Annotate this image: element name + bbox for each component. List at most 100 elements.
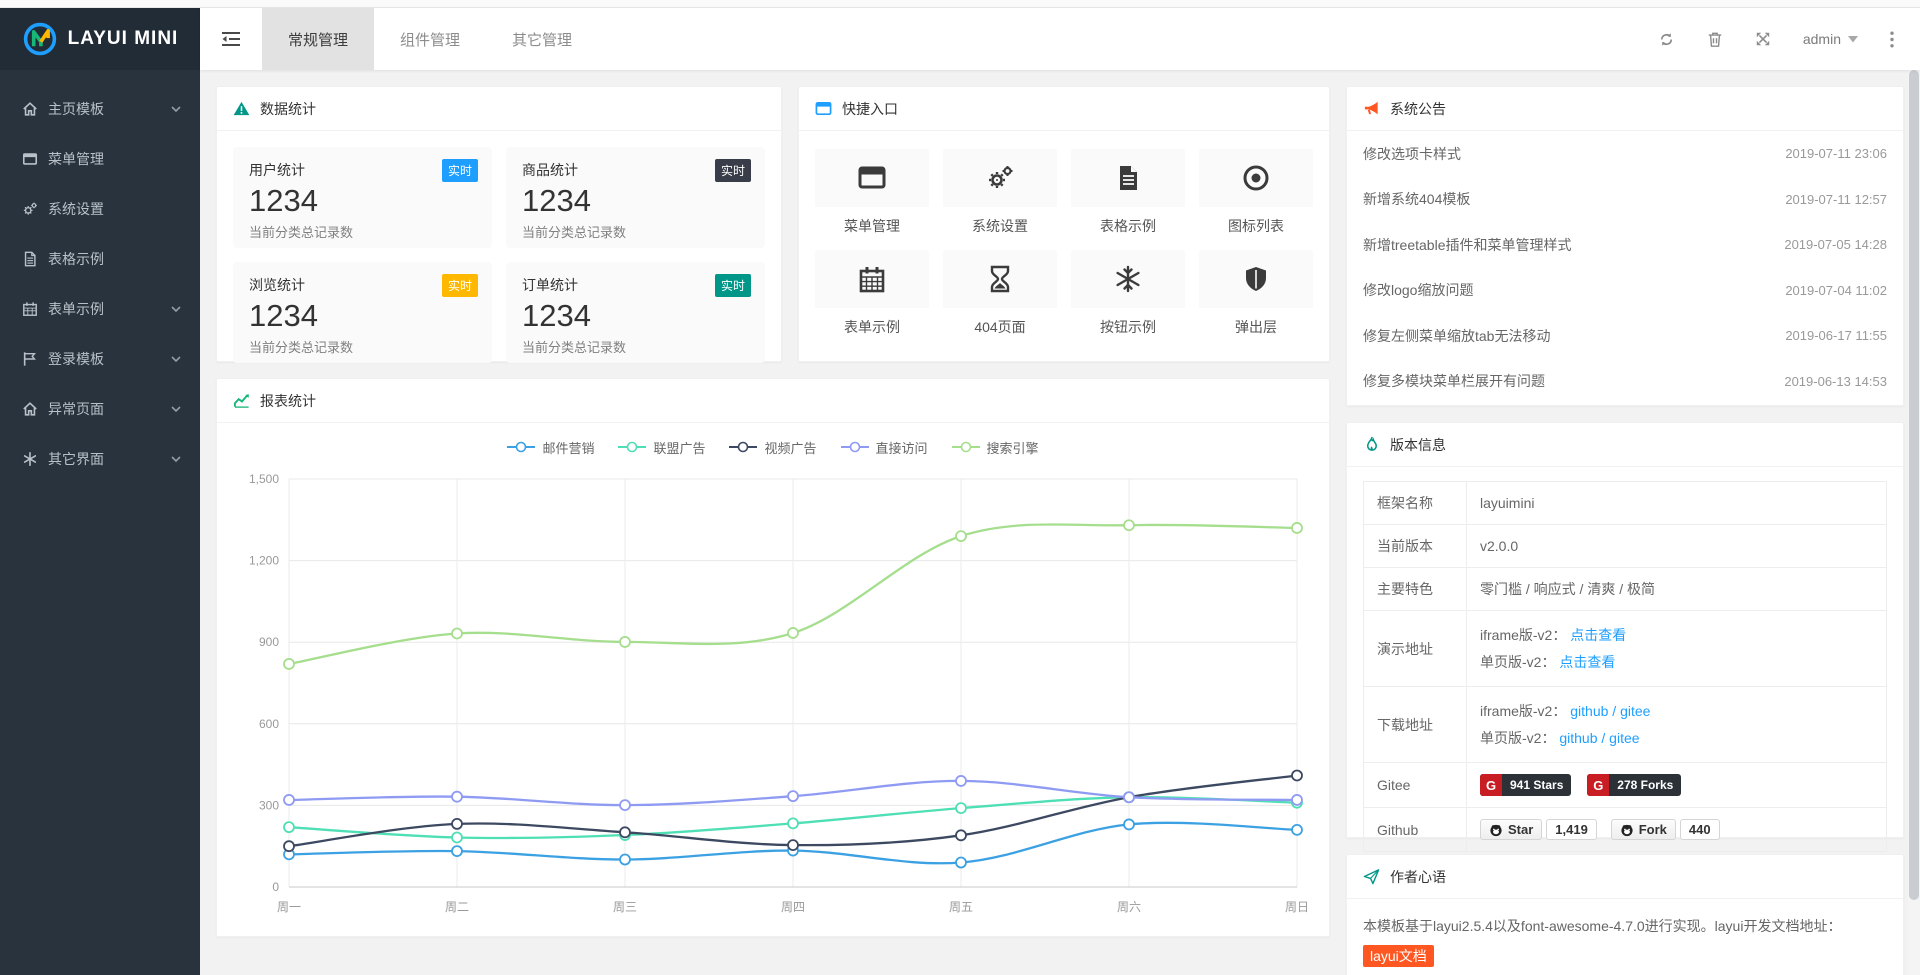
github-icon [1620, 823, 1634, 837]
file-text-icon [1113, 163, 1143, 193]
window-icon [22, 150, 38, 168]
legend-label: 直接访问 [876, 438, 928, 457]
quick-entry-popup-layer[interactable]: 弹出层 [1199, 250, 1313, 337]
tab-general-manage[interactable]: 常规管理 [262, 8, 374, 70]
chevron-down-icon [170, 103, 182, 115]
download-spa-github-link[interactable]: github [1559, 730, 1597, 746]
collapse-sidebar-button[interactable] [200, 8, 262, 70]
sidebar-item-other-ui[interactable]: 其它界面 [0, 434, 200, 484]
stat-box-goods: 商品统计 实时 1234 当前分类总记录数 [506, 147, 765, 248]
download-iframe-github-link[interactable]: github [1570, 703, 1608, 719]
quick-entry-system-settings[interactable]: 系统设置 [943, 149, 1057, 236]
notice-item[interactable]: 修改选项卡样式2019-07-11 23:06 [1347, 131, 1903, 177]
logo[interactable]: LAYUI MINI [0, 8, 200, 70]
quick-entry-label: 菜单管理 [815, 216, 929, 236]
svg-text:周二: 周二 [445, 900, 469, 914]
clear-cache-button[interactable] [1707, 31, 1723, 48]
gitee-icon: G [1587, 774, 1609, 796]
chevron-down-icon [170, 353, 182, 365]
gitee-forks-badge[interactable]: G278 Forks [1587, 774, 1681, 796]
realtime-badge: 实时 [715, 274, 751, 297]
gitee-stars-text: 941 Stars [1502, 778, 1571, 792]
github-label: Github [1364, 808, 1467, 852]
tab-component-manage[interactable]: 组件管理 [374, 8, 486, 70]
quick-entry-label: 弹出层 [1199, 317, 1313, 337]
legend-item[interactable]: 视频广告 [729, 438, 816, 457]
github-star-label: Star [1508, 822, 1533, 837]
sidebar-item-system-settings[interactable]: 系统设置 [0, 184, 200, 234]
file-text-icon [22, 250, 38, 268]
github-fork-button[interactable]: Fork [1611, 819, 1676, 840]
calendar-icon [857, 264, 887, 294]
legend-item[interactable]: 直接访问 [841, 438, 928, 457]
scrollbar-thumb[interactable] [1909, 70, 1919, 900]
user-menu[interactable]: admin [1803, 31, 1858, 47]
svg-text:周日: 周日 [1285, 900, 1309, 914]
quick-entry-form-demo[interactable]: 表单示例 [815, 250, 929, 337]
sidebar-item-label: 异常页面 [48, 399, 170, 419]
quick-entry-menu-manage[interactable]: 菜单管理 [815, 149, 929, 236]
sidebar-item-error-pages[interactable]: 异常页面 [0, 384, 200, 434]
refresh-button[interactable] [1658, 31, 1675, 48]
fullscreen-button[interactable] [1755, 31, 1771, 47]
notice-item[interactable]: 新增系统404模板2019-07-11 12:57 [1347, 177, 1903, 223]
demo-iframe-prefix: iframe版-v2： [1480, 627, 1566, 643]
download-spa-gitee-link[interactable]: gitee [1609, 730, 1639, 746]
version-name-value: layuimini [1467, 482, 1887, 525]
sidebar-item-login-template[interactable]: 登录模板 [0, 334, 200, 384]
stat-value: 1234 [249, 297, 476, 334]
layui-doc-badge[interactable]: layui文档 [1363, 945, 1434, 967]
legend-item[interactable]: 联盟广告 [618, 438, 705, 457]
demo-spa-prefix: 单页版-v2： [1480, 654, 1555, 670]
legend-item[interactable]: 邮件营销 [507, 438, 594, 457]
layui-mini-logo-icon [22, 21, 58, 57]
asterisk-icon [22, 450, 38, 468]
github-star-button[interactable]: Star [1480, 819, 1542, 840]
main-content: 数据统计 用户统计 实时 1234 当前分类总记录数 商品统计 实 [200, 70, 1920, 975]
download-iframe-gitee-link[interactable]: gitee [1620, 703, 1650, 719]
stat-desc: 当前分类总记录数 [522, 337, 749, 356]
notice-item[interactable]: 修复多模块菜单栏展开有问题2019-06-13 14:53 [1347, 359, 1903, 405]
notice-text: 修复多模块菜单栏展开有问题 [1363, 371, 1545, 391]
notice-item[interactable]: 新增treetable插件和菜单管理样式2019-07-05 14:28 [1347, 222, 1903, 268]
stat-desc: 当前分类总记录数 [249, 222, 476, 241]
demo-iframe-link[interactable]: 点击查看 [1570, 627, 1626, 643]
outdent-icon [221, 30, 241, 48]
sidebar-item-table-demo[interactable]: 表格示例 [0, 234, 200, 284]
github-fork-count[interactable]: 440 [1680, 819, 1720, 840]
notice-item[interactable]: 修改logo缩放问题2019-07-04 11:02 [1347, 268, 1903, 314]
notice-item[interactable]: 修复左侧菜单缩放tab无法移动2019-06-17 11:55 [1347, 313, 1903, 359]
caret-down-icon [1848, 36, 1858, 43]
tab-other-manage[interactable]: 其它管理 [486, 8, 598, 70]
chevron-down-icon [170, 303, 182, 315]
notice-date: 2019-06-17 11:55 [1785, 328, 1887, 343]
legend-item[interactable]: 搜索引擎 [952, 438, 1039, 457]
table-row: 当前版本v2.0.0 [1364, 525, 1887, 568]
sidebar-item-menu-manage[interactable]: 菜单管理 [0, 134, 200, 184]
quick-entry-button-demo[interactable]: 按钮示例 [1071, 250, 1185, 337]
quick-entry-icon-list[interactable]: 图标列表 [1199, 149, 1313, 236]
sidebar-item-home-template[interactable]: 主页模板 [0, 84, 200, 134]
scrollbar[interactable] [1908, 8, 1920, 975]
chart-legend: 邮件营销 联盟广告 视频广告 直接访问 搜索引擎 [217, 431, 1329, 463]
home-icon [22, 100, 38, 118]
sidebar-item-form-demo[interactable]: 表单示例 [0, 284, 200, 334]
version-table: 框架名称layuimini 当前版本v2.0.0 主要特色零门槛 / 响应式 /… [1363, 481, 1887, 852]
version-number-value: v2.0.0 [1467, 525, 1887, 568]
svg-text:600: 600 [259, 717, 279, 731]
svg-text:周五: 周五 [949, 900, 973, 914]
more-menu-button[interactable] [1890, 31, 1894, 48]
table-row: Gitee G941 Stars G278 Forks [1364, 763, 1887, 808]
legend-label: 联盟广告 [653, 438, 705, 457]
demo-spa-link[interactable]: 点击查看 [1559, 654, 1615, 670]
github-star-count[interactable]: 1,419 [1546, 819, 1597, 840]
quick-entry-404-page[interactable]: 404页面 [943, 250, 1057, 337]
notice-text: 修改logo缩放问题 [1363, 280, 1473, 300]
gitee-stars-badge[interactable]: G941 Stars [1480, 774, 1571, 796]
notice-text: 修改选项卡样式 [1363, 144, 1461, 164]
card-title: 版本信息 [1390, 435, 1446, 455]
quick-entry-table-demo[interactable]: 表格示例 [1071, 149, 1185, 236]
hourglass-icon [985, 264, 1015, 294]
svg-text:周四: 周四 [781, 900, 805, 914]
shield-icon [1241, 264, 1271, 294]
